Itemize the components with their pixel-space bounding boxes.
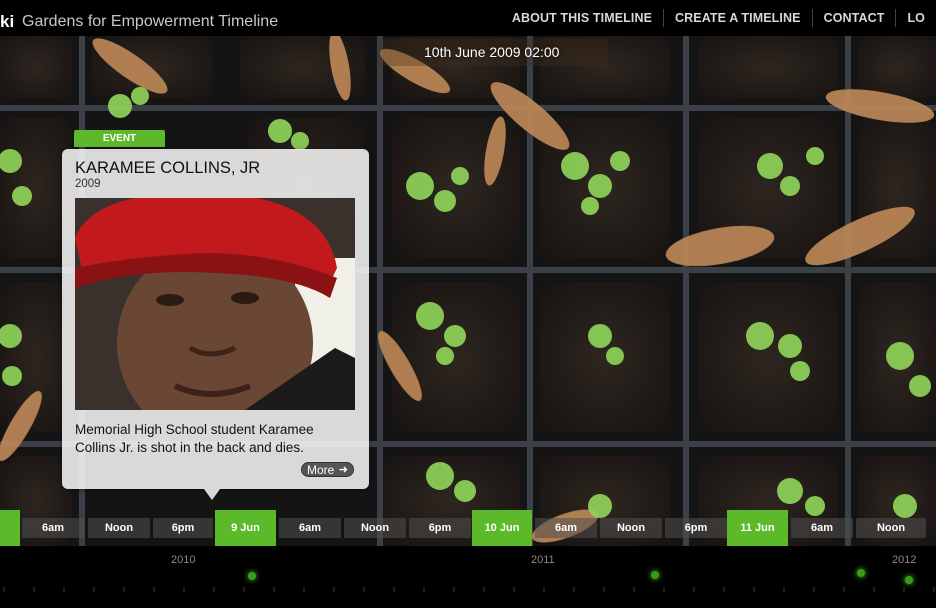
more-label: More [307,463,335,477]
timeline-day-marker[interactable]: 10 Jun [472,510,532,546]
event-marker[interactable] [857,569,865,577]
timeline-tick-partial-day [0,510,20,546]
timeline-tick: Noon [344,518,406,538]
timeline-title: Gardens for Empowerment Timeline [22,13,279,30]
current-date-label: 10th June 2009 02:00 [424,44,560,60]
timeline-day-marker[interactable]: 11 Jun [727,510,788,546]
timeline-tick: 6pm [665,518,727,538]
timeline-tick: 6am [22,518,84,538]
overview-ruler [0,584,936,594]
top-bar: ki Gardens for Empowerment Timeline ABOU… [0,0,936,36]
popup-pointer [204,489,220,500]
nav-create[interactable]: CREATE A TIMELINE [663,9,812,27]
current-date-bar: 10th June 2009 02:00 [378,38,608,66]
timeline-day-marker[interactable]: 9 Jun [215,510,276,546]
event-year: 2009 [75,178,101,190]
timeline-band[interactable]: 6am Noon 6pm 9 Jun 6am Noon 6pm 10 Jun 6… [0,510,936,546]
timeline-tick: Noon [88,518,150,538]
brand-logo-fragment[interactable]: ki [0,12,14,32]
event-tab[interactable]: EVENT [74,130,165,147]
nav-contact[interactable]: CONTACT [811,9,896,27]
event-marker[interactable] [248,572,256,580]
timeline-tick: 6am [535,518,597,538]
timeline-tick: Noon [600,518,662,538]
event-photo[interactable] [75,198,355,410]
timeline-tick: 6am [279,518,341,538]
nav-login[interactable]: LO [895,9,936,27]
event-marker[interactable] [651,571,659,579]
event-marker[interactable] [905,576,913,584]
year-label: 2011 [531,554,555,566]
timeline-tick: 6pm [153,518,213,538]
year-label: 2010 [171,554,196,566]
event-popup: KARAMEE COLLINS, JR 2009 Memorial High S… [62,149,369,489]
more-button[interactable]: More ➜ [301,462,354,477]
arrow-right-icon: ➜ [338,464,348,476]
main-nav: ABOUT THIS TIMELINE CREATE A TIMELINE CO… [501,0,936,36]
event-title: KARAMEE COLLINS, JR [75,159,261,177]
nav-about[interactable]: ABOUT THIS TIMELINE [501,9,663,27]
timeline-tick: 6am [791,518,853,538]
overview-band[interactable]: 2010 2011 2012 [0,546,936,608]
timeline-tick: 6pm [409,518,471,538]
event-description: Memorial High School student Karamee Col… [75,422,314,455]
year-label: 2012 [892,554,917,566]
timeline-tick: Noon [856,518,926,538]
